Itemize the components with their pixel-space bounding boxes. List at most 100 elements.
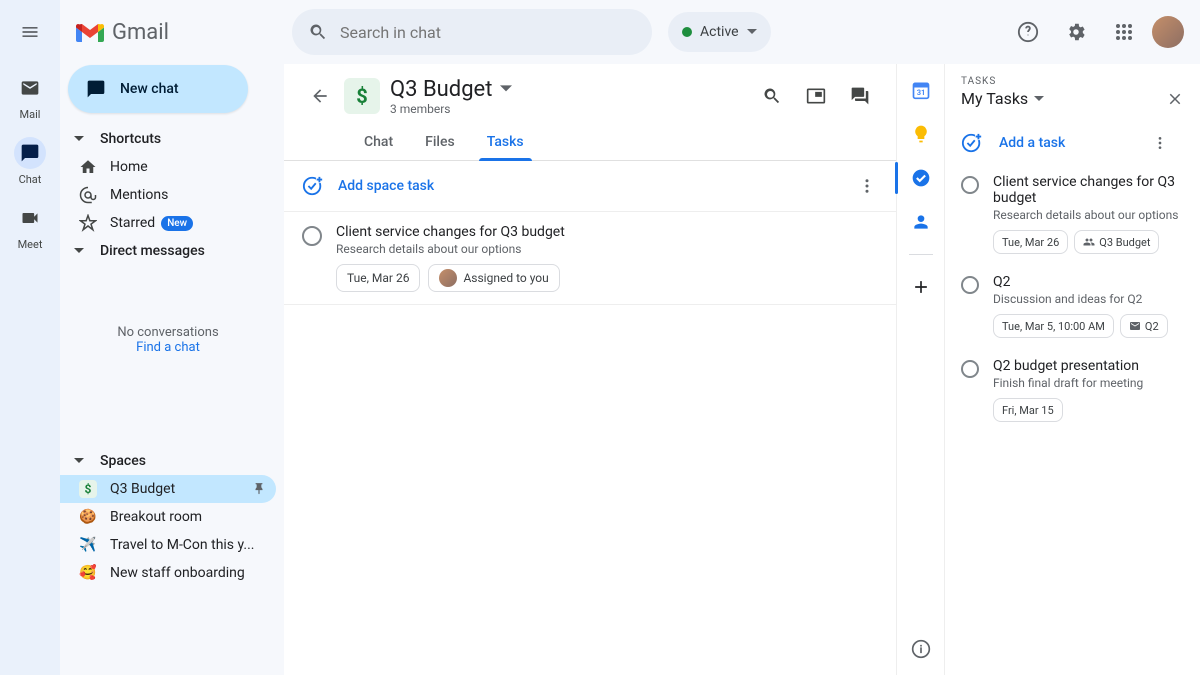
sidebar-starred[interactable]: Starred New (60, 209, 276, 237)
rail-meet[interactable]: Meet (2, 202, 58, 251)
add-space-task[interactable]: Add space task (284, 161, 896, 212)
space-task-list: Add space task Client service changes fo… (284, 161, 896, 305)
task-complete-checkbox[interactable] (961, 360, 979, 378)
space-search-button[interactable] (752, 76, 792, 116)
task-date-chip[interactable]: Fri, Mar 15 (993, 398, 1063, 422)
settings-button[interactable] (1056, 12, 1096, 52)
space-item[interactable]: 🍪Breakout room (60, 503, 276, 531)
contacts-addon[interactable] (909, 210, 933, 234)
tab-files[interactable]: Files (409, 124, 471, 160)
task-mail-chip[interactable]: Q2 (1120, 314, 1168, 338)
close-icon (1166, 90, 1184, 108)
sidebar-mentions[interactable]: Mentions (60, 181, 276, 209)
keep-addon[interactable] (909, 122, 933, 146)
task-complete-checkbox[interactable] (302, 226, 322, 246)
space-emoji: 🥰 (78, 565, 98, 581)
gear-icon (1065, 21, 1087, 43)
search-input[interactable] (340, 23, 636, 42)
apps-button[interactable] (1104, 12, 1144, 52)
space-name: New staff onboarding (110, 565, 245, 581)
app-name: Gmail (112, 20, 169, 45)
task-row[interactable]: Client service changes for Q3 budget Res… (284, 212, 896, 305)
task-title: Client service changes for Q3 budget (336, 224, 880, 240)
space-title[interactable]: Q3 Budget (390, 77, 512, 102)
task-title: Q2 (993, 274, 1184, 290)
task-complete-checkbox[interactable] (961, 176, 979, 194)
space-item[interactable]: $ Q3 Budget (60, 475, 276, 503)
sidebar-home[interactable]: Home (60, 153, 276, 181)
rail-mail[interactable]: Mail (2, 72, 58, 121)
panel-task[interactable]: Q2 Discussion and ideas for Q2 Tue, Mar … (961, 274, 1184, 338)
tasks-addon[interactable] (909, 166, 933, 190)
task-complete-checkbox[interactable] (961, 276, 979, 294)
home-icon (79, 158, 97, 176)
thread-icon (850, 86, 870, 106)
space-emoji: 🍪 (78, 509, 98, 525)
tasks-icon (911, 168, 931, 188)
calendar-addon[interactable]: 31 (909, 78, 933, 102)
search-box[interactable] (292, 9, 652, 55)
logo[interactable]: Gmail (60, 8, 276, 57)
new-chat-button[interactable]: New chat (68, 65, 248, 113)
mention-icon (79, 186, 97, 204)
space-item[interactable]: ✈️ Travel to M-Con this y... (60, 531, 276, 559)
space-content: $ Q3 Budget 3 members Chat Files Ta (284, 64, 896, 675)
main-menu-button[interactable] (6, 8, 54, 56)
get-addons[interactable] (909, 275, 933, 299)
mail-icon (1129, 320, 1141, 332)
tasks-list-selector[interactable]: My Tasks (961, 89, 1044, 108)
space-name: Travel to M-Con this y... (110, 537, 254, 553)
status-chip[interactable]: Active (668, 12, 771, 52)
caret-down-icon (74, 456, 84, 466)
task-title: Q2 budget presentation (993, 358, 1184, 374)
thread-button[interactable] (840, 76, 880, 116)
star-icon (79, 214, 97, 232)
space-subtitle: 3 members (390, 102, 512, 116)
tab-tasks[interactable]: Tasks (471, 124, 540, 160)
panel-task[interactable]: Q2 budget presentation Finish final draf… (961, 358, 1184, 422)
status-dot-icon (682, 27, 692, 37)
caret-down-icon (500, 83, 512, 95)
people-icon (1083, 236, 1095, 248)
chat-icon (20, 143, 40, 163)
task-space-chip[interactable]: Q3 Budget (1074, 230, 1159, 254)
account-avatar[interactable] (1152, 16, 1184, 48)
task-date-chip[interactable]: Tue, Mar 26 (993, 230, 1068, 254)
add-task-button[interactable]: Add a task (961, 132, 1184, 154)
side-panel-info[interactable] (911, 639, 931, 659)
tasks-panel-more[interactable] (1152, 135, 1184, 151)
tasks-panel: TASKS My Tasks Add a task Client service… (944, 64, 1200, 675)
shortcuts-header[interactable]: Shortcuts (60, 125, 276, 153)
task-date-chip[interactable]: Tue, Mar 26 (336, 264, 420, 292)
search-icon (308, 22, 328, 42)
task-assignee-chip[interactable]: Assigned to you (428, 264, 559, 292)
tab-chat[interactable]: Chat (348, 124, 409, 160)
dm-header[interactable]: Direct messages (60, 237, 276, 265)
rail-chat-label: Chat (19, 173, 42, 186)
space-emoji: $ (78, 480, 98, 498)
more-vert-icon (858, 177, 876, 195)
rail-mail-label: Mail (20, 108, 41, 121)
caret-down-icon (747, 27, 757, 37)
arrow-back-icon (310, 86, 330, 106)
back-button[interactable] (300, 76, 340, 116)
find-chat-link[interactable]: Find a chat (136, 340, 200, 355)
pop-out-button[interactable] (796, 76, 836, 116)
mail-icon (20, 78, 40, 98)
add-task-icon (961, 132, 983, 154)
task-description: Discussion and ideas for Q2 (993, 292, 1184, 306)
task-date-chip[interactable]: Tue, Mar 5, 10:00 AM (993, 314, 1114, 338)
main-column: Active $ Q3 Budget 3 members (284, 0, 1200, 675)
caret-down-icon (74, 134, 84, 144)
help-button[interactable] (1008, 12, 1048, 52)
space-item[interactable]: 🥰 New staff onboarding (60, 559, 276, 587)
close-panel-button[interactable] (1166, 90, 1184, 108)
spaces-header[interactable]: Spaces (60, 447, 276, 475)
task-description: Finish final draft for meeting (993, 376, 1184, 390)
space-name: Q3 Budget (110, 481, 175, 497)
rail-chat[interactable]: Chat (2, 137, 58, 186)
space-emoji: ✈️ (78, 537, 98, 553)
panel-task[interactable]: Client service changes for Q3 budget Res… (961, 174, 1184, 254)
help-icon (1017, 21, 1039, 43)
task-list-more[interactable] (854, 173, 880, 199)
